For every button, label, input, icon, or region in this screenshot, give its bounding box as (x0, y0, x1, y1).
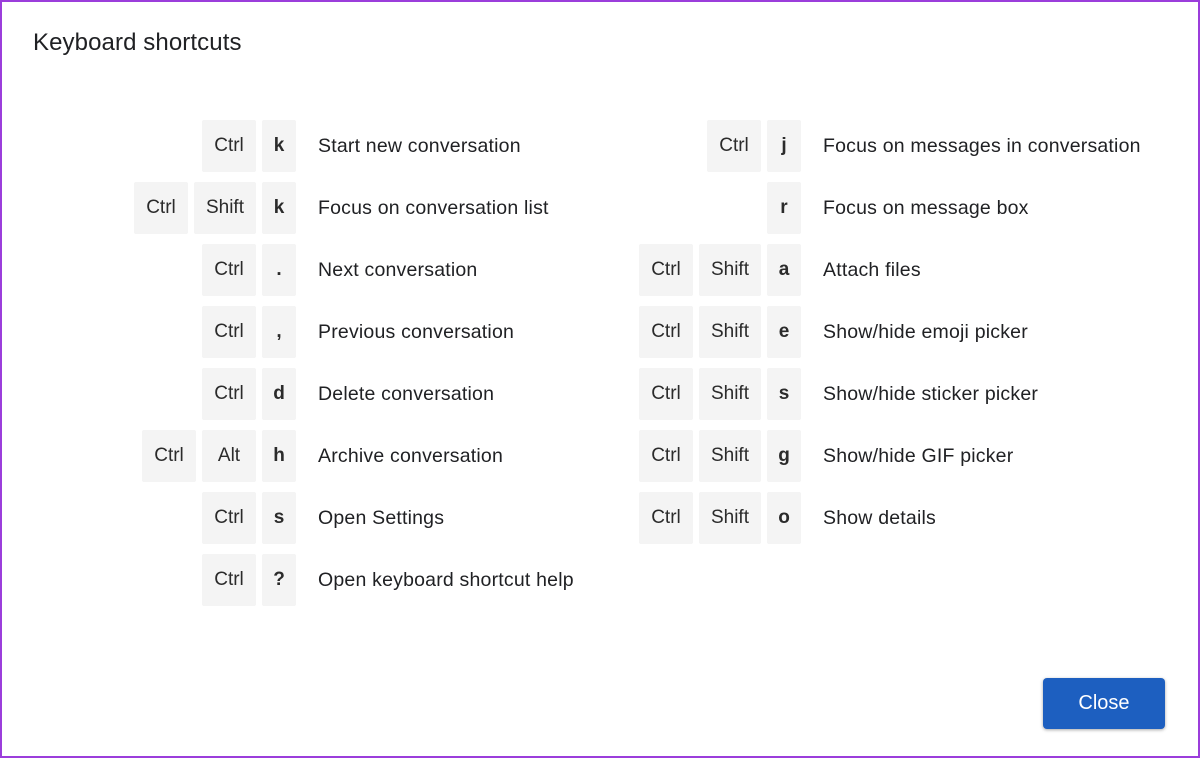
modifier-key-alt: Alt (202, 430, 256, 482)
modifier-key-ctrl: Ctrl (638, 368, 693, 420)
main-key: g (767, 430, 801, 482)
close-button[interactable]: Close (1043, 678, 1165, 729)
main-key: s (767, 368, 801, 420)
shortcut-keys: Ctrl k (202, 120, 296, 172)
shortcut-description: Open Settings (318, 506, 445, 529)
shortcut-keys: Ctrl d (202, 368, 296, 420)
shortcut-description: Show/hide GIF picker (823, 444, 1014, 467)
main-key: j (767, 120, 801, 172)
modifier-key-ctrl: Ctrl (133, 182, 188, 234)
shortcut-row: Ctrl k Start new conversation (2, 120, 622, 182)
shortcut-list-right: Ctrl j Focus on messages in conversation r F… (602, 120, 1198, 554)
shortcut-row: Ctrl. Next conversation (2, 244, 622, 306)
shortcut-description: Attach files (823, 258, 921, 281)
main-key: s (262, 492, 296, 544)
main-key: . (262, 244, 296, 296)
shortcut-description: Start new conversation (318, 134, 521, 157)
shortcut-keys: Ctrl Shift s (638, 368, 801, 420)
shortcut-description: Show details (823, 506, 936, 529)
main-key: ? (262, 554, 296, 606)
shortcut-description: Previous conversation (318, 320, 515, 343)
modifier-key-ctrl: Ctrl (142, 430, 196, 482)
main-key: r (767, 182, 801, 234)
modifier-key-ctrl: Ctrl (202, 368, 256, 420)
main-key: o (767, 492, 801, 544)
shortcut-keys: Ctrl Shift g (638, 430, 801, 482)
modifier-key-ctrl: Ctrl (202, 120, 256, 172)
shortcut-row: Ctrl Shift s Show/hide sticker picker (602, 368, 1198, 430)
shortcut-row: Ctrl Shift g Show/hide GIF picker (602, 430, 1198, 492)
shortcut-keys: Ctrl j (707, 120, 801, 172)
shortcut-row: r Focus on message box (602, 182, 1198, 244)
shortcut-keys: Ctrl s (202, 492, 296, 544)
modifier-key-ctrl: Ctrl (202, 492, 256, 544)
shortcut-keys: Ctrl, (202, 306, 296, 358)
shortcut-row: Ctrl s Open Settings (2, 492, 622, 554)
modifier-key-ctrl: Ctrl (638, 306, 693, 358)
modifier-key-shift: Shift (698, 306, 761, 358)
shortcut-description: Focus on messages in conversation (823, 134, 1141, 157)
shortcut-row: Ctrl Shift e Show/hide emoji picker (602, 306, 1198, 368)
modifier-key-ctrl: Ctrl (638, 430, 693, 482)
shortcut-keys: Ctrl Shift o (638, 492, 801, 544)
modifier-key-ctrl: Ctrl (638, 244, 693, 296)
shortcut-description: Delete conversation (318, 382, 495, 405)
modifier-key-ctrl: Ctrl (202, 554, 256, 606)
shortcut-row: Ctrl d Delete conversation (2, 368, 622, 430)
shortcut-description: Focus on message box (823, 196, 1029, 219)
shortcut-keys: Ctrl. (202, 244, 296, 296)
shortcut-row: Ctrl Alt h Archive conversation (2, 430, 622, 492)
modifier-key-shift: Shift (698, 492, 761, 544)
shortcut-keys: Ctrl Shift a (638, 244, 801, 296)
shortcut-keys: Ctrl Shift k (133, 182, 296, 234)
dialog-title: Keyboard shortcuts (33, 29, 242, 56)
shortcut-description: Next conversation (318, 258, 478, 281)
keyboard-shortcuts-dialog: Keyboard shortcuts Ctrl k Start new conver… (0, 0, 1200, 758)
modifier-key-ctrl: Ctrl (638, 492, 693, 544)
shortcut-description: Open keyboard shortcut help (318, 568, 574, 591)
shortcut-description: Show/hide sticker picker (823, 382, 1039, 405)
shortcut-row: Ctrl Shift k Focus on conversation list (2, 182, 622, 244)
modifier-key-shift: Shift (698, 430, 761, 482)
main-key: k (262, 120, 296, 172)
main-key: e (767, 306, 801, 358)
shortcut-row: Ctrl, Previous conversation (2, 306, 622, 368)
shortcut-row: Ctrl j Focus on messages in conversation (602, 120, 1198, 182)
main-key: , (262, 306, 296, 358)
main-key: h (262, 430, 296, 482)
shortcut-row: Ctrl? Open keyboard shortcut help (2, 554, 622, 616)
modifier-key-shift: Shift (698, 244, 761, 296)
shortcut-row: Ctrl Shift o Show details (602, 492, 1198, 554)
modifier-key-ctrl: Ctrl (202, 306, 256, 358)
shortcut-description: Show/hide emoji picker (823, 320, 1028, 343)
modifier-key-shift: Shift (698, 368, 761, 420)
shortcut-keys: Ctrl Alt h (142, 430, 296, 482)
shortcut-row: Ctrl Shift a Attach files (602, 244, 1198, 306)
shortcut-keys: Ctrl Shift e (638, 306, 801, 358)
shortcut-keys: r (767, 182, 801, 234)
shortcut-list-left: Ctrl k Start new conversation Ctrl Shift k Foc… (2, 120, 622, 616)
modifier-key-ctrl: Ctrl (707, 120, 761, 172)
shortcut-description: Archive conversation (318, 444, 504, 467)
shortcut-keys: Ctrl? (202, 554, 296, 606)
main-key: d (262, 368, 296, 420)
modifier-key-ctrl: Ctrl (202, 244, 256, 296)
main-key: a (767, 244, 801, 296)
main-key: k (262, 182, 296, 234)
modifier-key-shift: Shift (193, 182, 256, 234)
shortcut-description: Focus on conversation list (318, 196, 549, 219)
